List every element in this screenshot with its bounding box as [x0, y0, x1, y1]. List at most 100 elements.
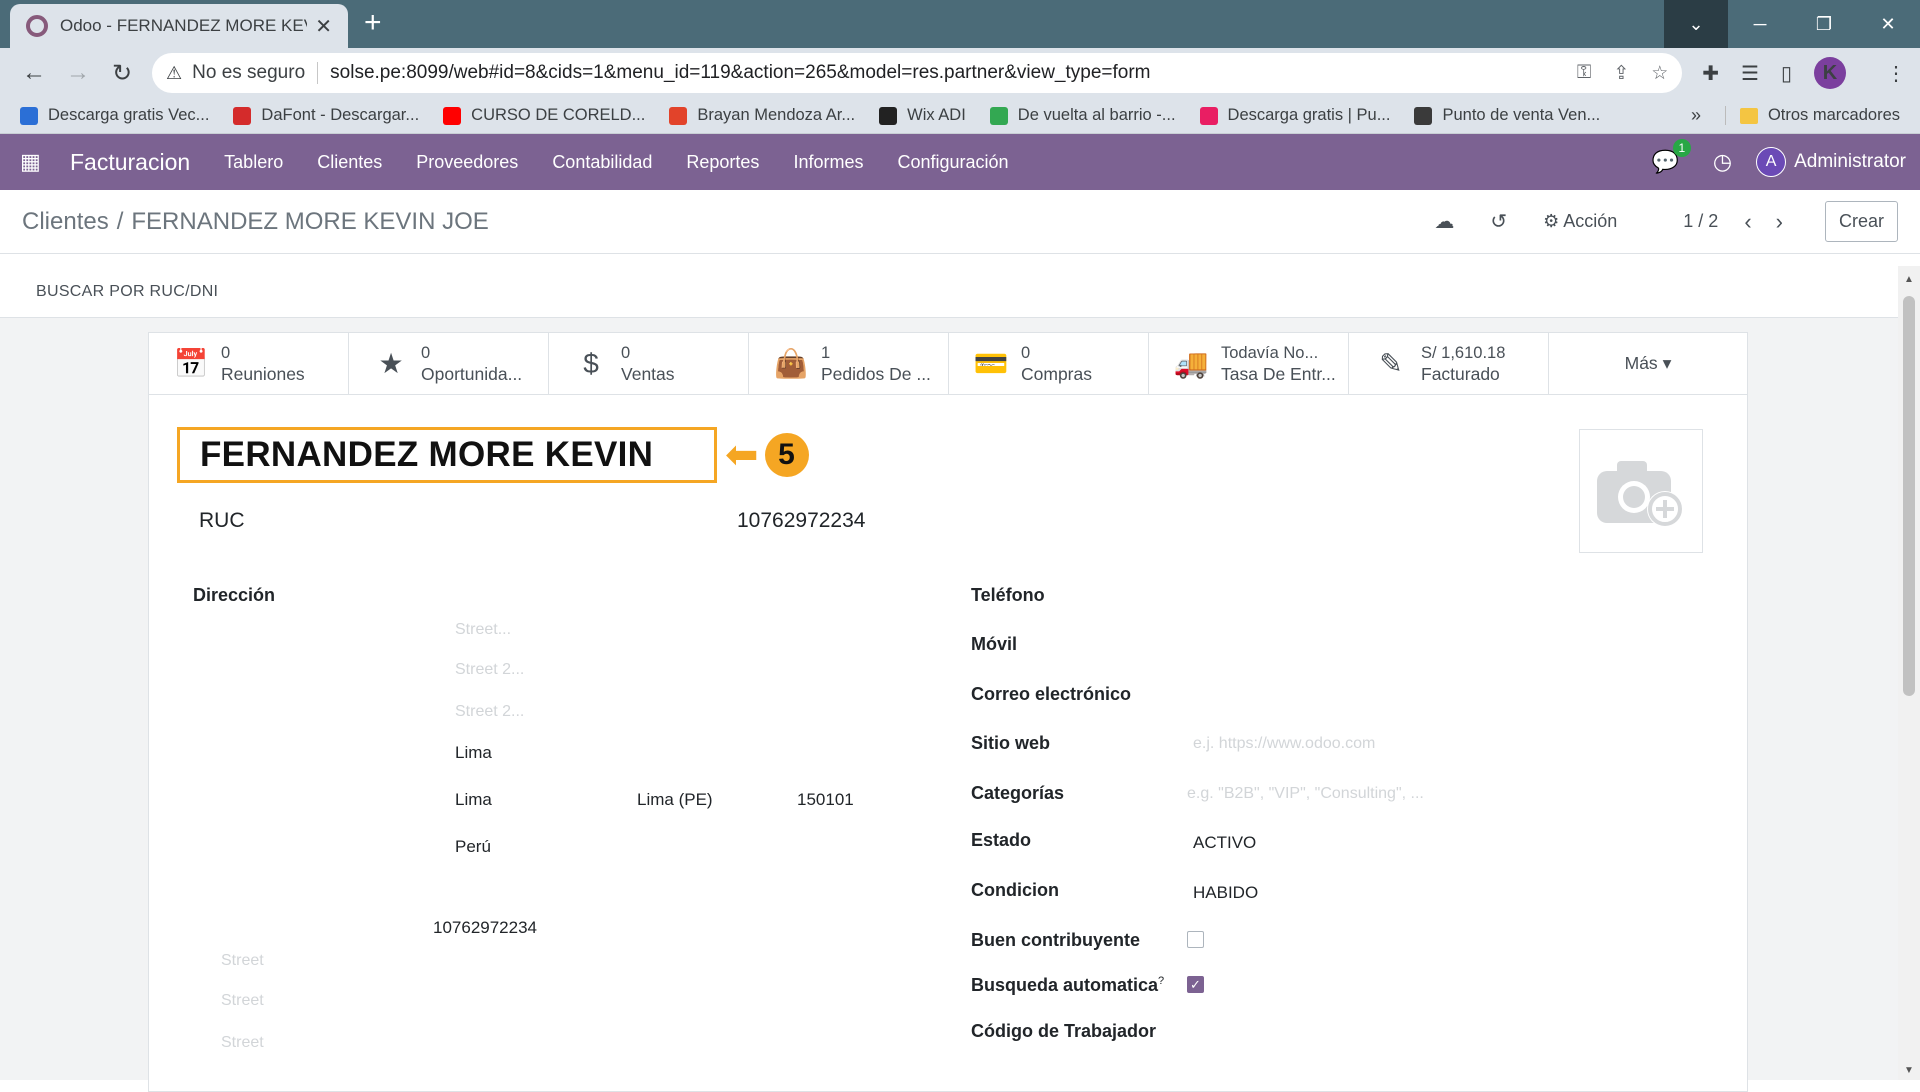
user-menu[interactable]: Administrator	[1794, 151, 1906, 173]
menu-item[interactable]: Informes	[793, 152, 863, 173]
browser-tab[interactable]: Odoo - FERNANDEZ MORE KEVI ✕	[10, 4, 348, 48]
profile-avatar[interactable]: K	[1814, 57, 1846, 89]
more-buttons-dropdown[interactable]: Más ▾	[1549, 333, 1747, 394]
street-input[interactable]: Street...	[455, 621, 511, 639]
menu-item[interactable]: Proveedores	[416, 152, 518, 173]
menu-item[interactable]: Tablero	[224, 152, 283, 173]
bookmark-star-icon[interactable]: ☆	[1651, 62, 1668, 85]
close-tab-icon[interactable]: ✕	[315, 14, 332, 39]
smart-button-value: 0	[1021, 343, 1031, 362]
menu-item[interactable]: Contabilidad	[552, 152, 652, 173]
bookmark-item[interactable]: CURSO DE CORELD...	[443, 106, 645, 125]
odoo-favicon-icon	[26, 15, 48, 37]
city-field[interactable]: Lima	[455, 790, 492, 810]
pager-value[interactable]: 1 / 2	[1683, 211, 1718, 232]
bookmark-label: DaFont - Descargar...	[261, 106, 420, 124]
search-ruc-dni-button[interactable]: BUSCAR POR RUC/DNI	[36, 283, 218, 301]
breadcrumb-parent[interactable]: Clientes	[22, 208, 109, 235]
messaging-icon[interactable]: 💬 1	[1651, 139, 1691, 175]
website-input[interactable]: e.j. https://www.odoo.com	[1193, 735, 1375, 753]
street2-input[interactable]: Street 2...	[455, 661, 524, 679]
good-taxpayer-label: Buen contribuyente	[971, 930, 1141, 950]
smart-button[interactable]: 👜 1 Pedidos De ...	[749, 333, 949, 394]
street3-input[interactable]: Street 2...	[455, 703, 524, 721]
smart-button[interactable]: $0 Ventas	[549, 333, 749, 394]
street-extra-c[interactable]: Street	[221, 1034, 264, 1052]
forward-icon[interactable]: →	[58, 53, 98, 93]
pager-next-icon[interactable]: ›	[1776, 209, 1783, 235]
auto-search-checkbox[interactable]: ✓	[1187, 976, 1204, 993]
doc-type-field[interactable]: RUC	[199, 509, 245, 533]
bookmark-item[interactable]: DaFont - Descargar...	[233, 106, 419, 125]
browser-menu-icon[interactable]: ⋮	[1886, 61, 1906, 86]
pager-previous-icon[interactable]: ‹	[1744, 209, 1751, 235]
bookmark-label: Descarga gratis | Pu...	[1227, 106, 1391, 124]
bookmark-item[interactable]: Descarga gratis | Pu...	[1199, 106, 1391, 125]
scroll-down-icon[interactable]: ▼	[1904, 1065, 1914, 1076]
district-field[interactable]: Lima	[455, 743, 492, 763]
smart-button[interactable]: ✎ S/ 1,610.18 Facturado	[1349, 333, 1549, 394]
bookmark-item[interactable]: Punto de venta Ven...	[1414, 106, 1600, 125]
calendar-icon: 📅	[173, 348, 209, 379]
categories-input[interactable]: e.g. "B2B", "VIP", "Consulting", ...	[1187, 785, 1424, 803]
bookmark-item[interactable]: Brayan Mendoza Ar...	[669, 106, 855, 125]
scrollbar-thumb[interactable]	[1903, 296, 1915, 696]
apps-menu-icon[interactable]: ▦	[20, 149, 54, 175]
window-controls: ⌄ ─ ❐ ✕	[1664, 0, 1920, 48]
close-window-icon[interactable]: ✕	[1856, 0, 1920, 48]
condition-label: Condicion	[971, 880, 1059, 900]
app-name[interactable]: Facturacion	[70, 149, 190, 176]
partner-image-upload[interactable]	[1579, 429, 1703, 553]
reading-list-icon[interactable]: ☰	[1741, 61, 1759, 86]
country-field[interactable]: Perú	[455, 837, 491, 857]
zip-field[interactable]: 150101	[797, 790, 854, 810]
minimize-icon[interactable]: ─	[1728, 0, 1792, 48]
vat-field[interactable]: 10762972234	[433, 918, 537, 938]
restore-icon[interactable]: ❐	[1792, 0, 1856, 48]
discard-undo-icon[interactable]: ↺	[1490, 209, 1507, 234]
gear-icon: ⚙	[1543, 211, 1560, 231]
activity-clock-icon[interactable]: ◷	[1713, 149, 1732, 175]
bookmark-item[interactable]: De vuelta al barrio -...	[989, 106, 1176, 125]
key-icon[interactable]: ⚿	[1577, 62, 1591, 84]
street-extra-b[interactable]: Street	[221, 992, 264, 1010]
reload-icon[interactable]: ↻	[102, 53, 142, 93]
side-panel-icon[interactable]: ▯	[1781, 61, 1792, 86]
bookmark-item[interactable]: Wix ADI	[879, 106, 966, 125]
tab-search-icon[interactable]: ⌄	[1664, 0, 1728, 48]
help-question-icon[interactable]: ?	[1158, 975, 1164, 987]
create-button[interactable]: Crear	[1824, 201, 1898, 242]
security-label[interactable]: No es seguro	[192, 62, 319, 84]
new-tab-button[interactable]: +	[364, 8, 382, 38]
smart-button[interactable]: 💳 0 Compras	[949, 333, 1149, 394]
action-menu[interactable]: ⚙ Acción	[1543, 211, 1617, 232]
bookmark-item[interactable]: Descarga gratis Vec...	[20, 106, 209, 125]
menu-item[interactable]: Reportes	[686, 152, 759, 173]
share-icon[interactable]: ⇪	[1613, 62, 1629, 85]
condition-value[interactable]: HABIDO	[1193, 883, 1258, 903]
other-bookmarks-label: Otros marcadores	[1767, 106, 1900, 124]
state-field[interactable]: Lima (PE)	[637, 790, 713, 810]
scroll-up-icon[interactable]: ▲	[1904, 274, 1914, 285]
smart-button[interactable]: 📅 0 Reuniones	[149, 333, 349, 394]
smart-button[interactable]: ★ 0 Oportunida...	[349, 333, 549, 394]
street-extra-a[interactable]: Street	[221, 952, 264, 970]
url-text[interactable]: solse.pe:8099/web#id=8&cids=1&menu_id=11…	[330, 62, 1555, 84]
other-bookmarks[interactable]: Otros marcadores	[1724, 106, 1900, 125]
breadcrumb: Clientes / FERNANDEZ MORE KEVIN JOE	[22, 208, 489, 236]
menu-item[interactable]: Configuración	[897, 152, 1008, 173]
more-bookmarks-button[interactable]: »	[1691, 105, 1701, 126]
address-bar[interactable]: ⚠ No es seguro solse.pe:8099/web#id=8&ci…	[152, 53, 1683, 93]
menu-item[interactable]: Clientes	[317, 152, 382, 173]
doc-number-field[interactable]: 10762972234	[737, 509, 865, 533]
back-icon[interactable]: ←	[14, 53, 54, 93]
good-taxpayer-checkbox[interactable]	[1187, 931, 1204, 948]
partner-name-field[interactable]: FERNANDEZ MORE KEVIN	[177, 427, 717, 483]
state-status-value[interactable]: ACTIVO	[1193, 833, 1256, 853]
page-scrollbar[interactable]: ▲ ▼	[1898, 266, 1920, 1080]
smart-button[interactable]: 🚚 Todavía No... Tasa De Entr...	[1149, 333, 1349, 394]
user-avatar[interactable]: A	[1756, 147, 1787, 177]
tutorial-callout: ⬅ 5	[725, 433, 809, 477]
extensions-icon[interactable]: ✚	[1702, 61, 1719, 86]
save-cloud-icon[interactable]: ☁	[1434, 209, 1454, 234]
